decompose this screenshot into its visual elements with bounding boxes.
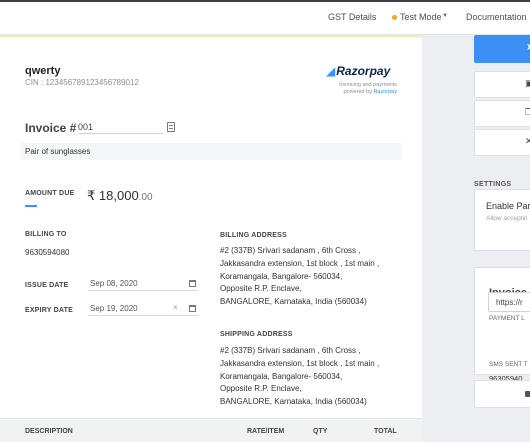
payment-link-label: PAYMENT L — [489, 315, 525, 322]
payment-link-field[interactable]: https://r — [488, 292, 530, 312]
amount-due-label: AMOUNT DUE — [25, 190, 75, 197]
cancel-invoice-button[interactable]: ✕ — [474, 129, 530, 156]
save-draft-button[interactable]: ▣ — [474, 71, 530, 98]
address-line: #2 (337B) Srivari sadanam , 6th Cross , — [220, 346, 361, 355]
top-navigation-bar: GST Details Test Mode ▼ Documentation — [0, 0, 530, 35]
settings-heading: SETTINGS — [474, 181, 512, 188]
partial-payments-hint: Allow acceptin — [486, 215, 528, 222]
column-header-rate: RATE/ITEM — [247, 428, 285, 435]
billing-to-value: 9630594080 — [25, 248, 70, 257]
column-header-description: DESCRIPTION — [25, 428, 73, 435]
address-line: Opposite R.P. Enclave, — [220, 384, 302, 394]
shipping-address-text: #2 (337B) Srivari sadanam , 6th Cross , … — [220, 345, 379, 409]
line-items-table-header: DESCRIPTION RATE/ITEM QTY TOTAL — [0, 418, 422, 442]
expiry-date-label: EXPIRY DATE — [25, 307, 73, 314]
company-cin: CIN : 123456789123456789012 — [25, 78, 139, 87]
test-mode-dropdown[interactable]: Test Mode — [400, 12, 442, 22]
powered-by-brand: Razorpay — [373, 89, 397, 95]
save-icon: ▣ — [525, 78, 530, 88]
address-line: Koramangala, Bangalore- 560034, — [220, 371, 343, 381]
close-icon: ✕ — [525, 136, 530, 146]
calendar-icon[interactable] — [189, 305, 196, 312]
address-line: Opposite R.P. Enclave, — [220, 284, 302, 294]
sms-sent-label: SMS SENT T — [489, 361, 528, 368]
brand-powered-by: powered by Razorpay — [343, 89, 397, 95]
top-dark-strip — [0, 0, 530, 2]
razorpay-logo-text: Razorpay — [336, 64, 391, 78]
billing-to-label: BILLING TO — [25, 231, 67, 238]
test-mode-status-dot — [392, 15, 397, 20]
enable-partial-payments-label: Enable Par — [486, 201, 530, 211]
partial-payment-setting-card[interactable]: Enable Par Allow acceptin — [474, 189, 530, 251]
razorpay-mark-icon: ◢ — [326, 64, 336, 78]
clear-date-icon[interactable]: × — [173, 303, 178, 312]
calendar-icon[interactable] — [189, 280, 196, 287]
payment-link-value: https://r — [496, 298, 523, 307]
document-icon[interactable] — [167, 122, 175, 132]
billing-address-text: #2 (337B) Srivari sadanam , 6th Cross , … — [220, 245, 379, 309]
documentation-link[interactable]: Documentation — [466, 12, 527, 22]
amount-paise: .00 — [138, 192, 153, 203]
company-name: qwerty — [25, 65, 61, 77]
column-header-qty: QTY — [313, 428, 328, 435]
invoice-number-label: Invoice # — [25, 121, 77, 135]
address-line: Jakkasandra extension, 1st block , 1st m… — [220, 358, 380, 368]
address-line: Jakkasandra extension, 1st block , 1st m… — [220, 258, 380, 268]
issue-date-input[interactable]: Sep 08, 2020 — [88, 279, 198, 291]
address-line: BANGALORE, Karnataka, India (560034) — [220, 397, 367, 407]
amount-main: 18,000 — [98, 188, 139, 203]
invoice-sheet: qwerty CIN : 123456789123456789012 ◢Razo… — [0, 35, 422, 442]
address-line: #2 (337B) Srivari sadanam , 6th Cross , — [220, 246, 361, 255]
cin-label: CIN : — [25, 78, 44, 87]
powered-by-text: powered by — [343, 89, 372, 95]
invoice-number-input[interactable]: 001 — [78, 120, 163, 134]
expiry-date-input[interactable]: Sep 19, 2020 — [88, 304, 198, 316]
more-actions-button[interactable] — [474, 380, 530, 408]
currency-symbol: ₹ — [87, 188, 96, 203]
razorpay-logo: ◢Razorpay — [326, 64, 390, 78]
send-invoice-button[interactable]: ➤ — [474, 35, 530, 63]
cin-value: 123456789123456789012 — [45, 78, 139, 87]
address-line: Koramangala, Bangalore- 560034, — [220, 271, 343, 281]
invoice-details-card: Invoice - PAYMENT L SMS SENT T 96305940 — [474, 267, 530, 383]
send-icon: ➤ — [526, 42, 530, 53]
amount-due-underline — [25, 205, 37, 207]
chevron-down-icon[interactable]: ▼ — [442, 13, 448, 19]
shipping-address-label: SHIPPING ADDRESS — [220, 331, 293, 338]
amount-due-value: ₹ 18,000.00 — [87, 188, 153, 204]
duplicate-button[interactable]: ❐ — [474, 100, 530, 127]
invoice-actions-panel: ➤ ▣ ❐ ✕ SETTINGS Enable Par Allow accept… — [422, 35, 530, 442]
copy-icon: ❐ — [525, 107, 530, 117]
address-line: BANGALORE, Karnataka, India (560034) — [220, 297, 367, 307]
column-header-total: TOTAL — [374, 428, 397, 435]
gst-details-link[interactable]: GST Details — [328, 12, 376, 22]
brand-tagline: Invoicing and payments — [339, 82, 397, 88]
sheet-top-accent — [0, 35, 422, 37]
issue-date-label: ISSUE DATE — [25, 282, 69, 289]
print-icon — [525, 391, 530, 397]
billing-address-label: BILLING ADDRESS — [220, 232, 287, 239]
invoice-description-field[interactable]: Pair of sunglasses — [20, 143, 402, 160]
